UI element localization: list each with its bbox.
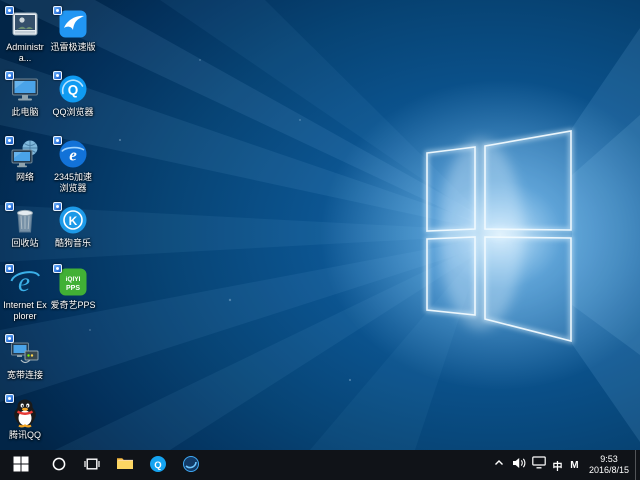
badge-icon <box>5 334 14 343</box>
desktop-icon-label: QQ浏览器 <box>52 107 93 118</box>
ime-mode-indicator[interactable]: M <box>566 450 583 480</box>
thunder-icon <box>57 8 89 40</box>
qq-browser-icon: Q <box>149 455 167 476</box>
task-view-icon <box>84 456 100 475</box>
windows-desktop-screen: Administra... 此电脑 <box>0 0 640 480</box>
wallpaper-windows10-hero <box>0 0 640 450</box>
desktop-icon-label: 回收站 <box>11 238 38 249</box>
search-icon <box>51 456 67 475</box>
kugou-music-icon: K <box>57 204 89 236</box>
desktop-icon-label: 宽带连接 <box>7 370 43 381</box>
desktop-icon-label: 爱奇艺PPS <box>50 300 95 311</box>
2345-browser-icon: e <box>57 138 89 170</box>
file-explorer-icon <box>116 456 134 474</box>
broadband-connection-icon <box>9 336 41 368</box>
taskbar: Q <box>0 450 640 480</box>
desktop-icon-label: Administra... <box>2 42 48 64</box>
desktop-icon-label: Internet Explorer <box>2 300 48 322</box>
recycle-bin-icon <box>9 204 41 236</box>
system-tray: 中 M 9:53 2016/8/15 <box>489 450 640 480</box>
badge-icon <box>53 202 62 211</box>
taskbar-clock[interactable]: 9:53 2016/8/15 <box>583 450 635 480</box>
app-taskbar-button[interactable] <box>174 450 207 480</box>
desktop-icon-label: 此电脑 <box>11 107 38 118</box>
network-status-button[interactable] <box>529 450 549 480</box>
user-account-icon <box>9 8 41 40</box>
network-icon <box>9 138 41 170</box>
badge-icon <box>5 71 14 80</box>
desktop-icon-this-pc[interactable]: 此电脑 <box>2 73 48 118</box>
iqiyi-pps-icon: iQIYI PPS <box>57 266 89 298</box>
taskbar-left: Q <box>0 450 207 480</box>
network-icon <box>532 456 546 474</box>
desktop-icon-recycle-bin[interactable]: 回收站 <box>2 204 48 249</box>
windows-logo-icon <box>13 456 29 475</box>
svg-text:Q: Q <box>68 83 79 98</box>
desktop-icon-label: 网络 <box>16 172 34 183</box>
tray-overflow-button[interactable] <box>489 450 509 480</box>
show-desktop-button[interactable] <box>635 450 640 480</box>
badge-icon <box>53 136 62 145</box>
clock-date: 2016/8/15 <box>589 465 629 476</box>
svg-text:Q: Q <box>154 459 161 470</box>
desktop-icon-internet-explorer[interactable]: e Internet Explorer <box>2 266 48 322</box>
desktop-icon-thunder[interactable]: 迅雷极速版 <box>50 8 96 53</box>
svg-text:iQIYI: iQIYI <box>66 276 81 283</box>
task-view-button[interactable] <box>75 450 108 480</box>
desktop-icon-kugou-music[interactable]: K 酷狗音乐 <box>50 204 96 249</box>
desktop-icon-tencent-qq[interactable]: 腾讯QQ <box>2 396 48 441</box>
start-button[interactable] <box>0 450 42 480</box>
desktop-icon-label: 酷狗音乐 <box>55 238 91 249</box>
qq-browser-icon: Q <box>57 73 89 105</box>
badge-icon <box>5 202 14 211</box>
badge-icon <box>53 264 62 273</box>
desktop-icon-administrator[interactable]: Administra... <box>2 8 48 64</box>
desktop-icon-label: 2345加速浏览器 <box>50 172 96 194</box>
badge-icon <box>5 394 14 403</box>
this-pc-icon <box>9 73 41 105</box>
badge-icon <box>53 71 62 80</box>
badge-icon <box>5 264 14 273</box>
desktop-icon-iqiyi-pps[interactable]: iQIYI PPS 爱奇艺PPS <box>50 266 96 311</box>
desktop-icon-qq-browser[interactable]: Q QQ浏览器 <box>50 73 96 118</box>
desktop-surface[interactable]: Administra... 此电脑 <box>0 0 640 450</box>
desktop-icon-network[interactable]: 网络 <box>2 138 48 183</box>
tencent-qq-icon <box>9 396 41 428</box>
file-explorer-button[interactable] <box>108 450 141 480</box>
desktop-icon-broadband[interactable]: 宽带连接 <box>2 336 48 381</box>
speaker-icon <box>512 456 526 474</box>
badge-icon <box>53 6 62 15</box>
desktop-icon-2345-browser[interactable]: e 2345加速浏览器 <box>50 138 96 194</box>
badge-icon <box>5 6 14 15</box>
chevron-up-icon <box>493 456 505 474</box>
qq-browser-taskbar-button[interactable]: Q <box>141 450 174 480</box>
svg-text:K: K <box>69 214 78 228</box>
desktop-icon-label: 腾讯QQ <box>9 430 41 441</box>
svg-text:PPS: PPS <box>66 285 80 292</box>
internet-explorer-icon: e <box>9 266 41 298</box>
badge-icon <box>5 136 14 145</box>
circular-app-icon <box>182 455 200 476</box>
search-button[interactable] <box>42 450 75 480</box>
desktop-icon-label: 迅雷极速版 <box>50 42 95 53</box>
volume-button[interactable] <box>509 450 529 480</box>
ime-language-indicator[interactable]: 中 <box>549 450 566 480</box>
clock-time: 9:53 <box>600 454 618 465</box>
